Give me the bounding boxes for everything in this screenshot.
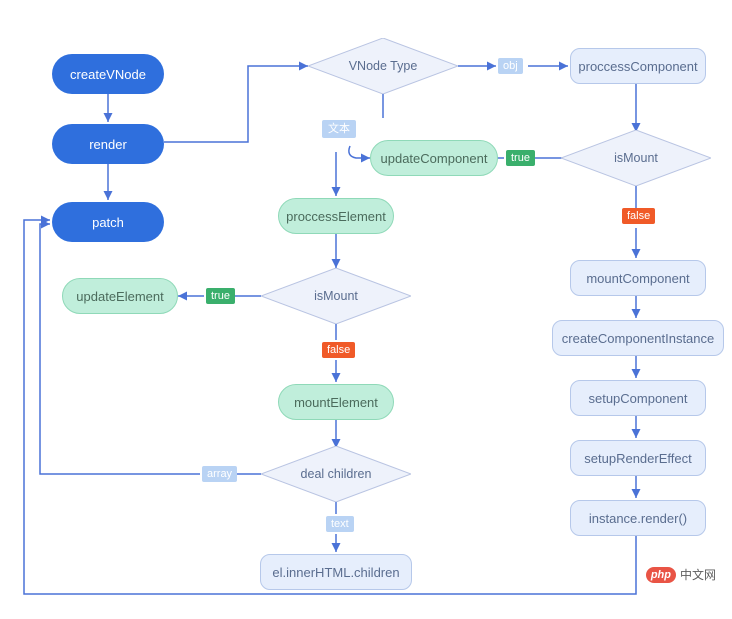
label: mountElement	[294, 395, 378, 410]
tag-true-component: true	[506, 150, 535, 166]
label: createComponentInstance	[562, 331, 714, 346]
tag-array: array	[202, 466, 237, 482]
label: updateElement	[76, 289, 163, 304]
watermark: php 中文网	[646, 566, 716, 583]
watermark-php: php	[646, 567, 676, 583]
node-patch: patch	[52, 202, 164, 242]
tag-true-element: true	[206, 288, 235, 304]
label: patch	[92, 215, 124, 230]
node-create-vnode: createVNode	[52, 54, 164, 94]
node-update-component: updateComponent	[370, 140, 498, 176]
node-update-element: updateElement	[62, 278, 178, 314]
tag-obj: obj	[498, 58, 523, 74]
node-proccess-element: proccessElement	[278, 198, 394, 234]
label: setupRenderEffect	[584, 451, 691, 466]
node-el-innerhtml-children: el.innerHTML.children	[260, 554, 412, 590]
decision-vnode-type: VNode Type	[308, 38, 458, 94]
node-create-component-instance: createComponentInstance	[552, 320, 724, 356]
node-setup-component: setupComponent	[570, 380, 706, 416]
tag-text-cn: 文本	[322, 120, 356, 138]
label: createVNode	[70, 67, 146, 82]
label: proccessComponent	[578, 59, 697, 74]
label: instance.render()	[589, 511, 687, 526]
tag-text-en: text	[326, 516, 354, 532]
label: render	[89, 137, 127, 152]
decision-deal-children: deal children	[261, 446, 411, 502]
node-instance-render: instance.render()	[570, 500, 706, 536]
label: setupComponent	[588, 391, 687, 406]
label: isMount	[314, 289, 358, 303]
watermark-cn: 中文网	[680, 566, 716, 583]
label: proccessElement	[286, 209, 386, 224]
label: updateComponent	[381, 151, 488, 166]
node-mount-component: mountComponent	[570, 260, 706, 296]
label: deal children	[301, 467, 372, 481]
label: isMount	[614, 151, 658, 165]
decision-is-mount-element: isMount	[261, 268, 411, 324]
label: el.innerHTML.children	[272, 565, 399, 580]
node-mount-element: mountElement	[278, 384, 394, 420]
node-proccess-component: proccessComponent	[570, 48, 706, 84]
label: mountComponent	[586, 271, 689, 286]
node-render: render	[52, 124, 164, 164]
node-setup-render-effect: setupRenderEffect	[570, 440, 706, 476]
decision-is-mount-component: isMount	[561, 130, 711, 186]
tag-false-component: false	[622, 208, 655, 224]
label: VNode Type	[349, 59, 418, 73]
tag-false-element: false	[322, 342, 355, 358]
